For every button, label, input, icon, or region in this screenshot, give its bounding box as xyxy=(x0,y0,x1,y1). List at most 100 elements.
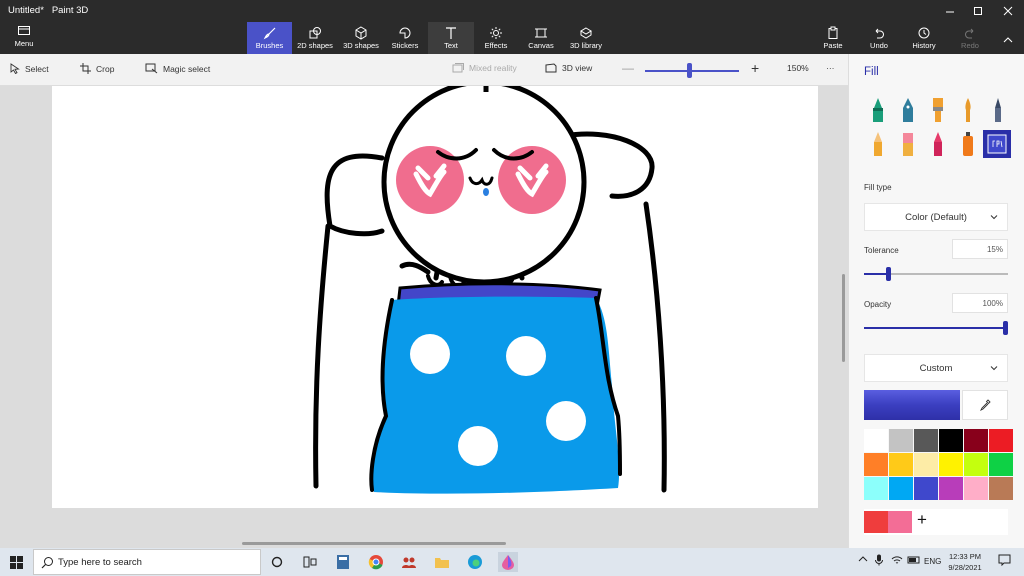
palette-color-swatch[interactable] xyxy=(889,429,913,452)
chevron-up-icon xyxy=(858,556,868,562)
chrome-app[interactable] xyxy=(366,552,386,572)
palette-color-swatch[interactable] xyxy=(939,453,963,476)
crop-button[interactable]: Crop xyxy=(80,63,114,74)
minimize-button[interactable] xyxy=(936,2,964,20)
palette-color-swatch[interactable] xyxy=(989,453,1013,476)
paint-3d-app[interactable] xyxy=(498,552,518,572)
fill-bucket-brush[interactable] xyxy=(983,130,1011,158)
title-bar: Untitled* Paint 3D xyxy=(0,0,1024,22)
palette-color-swatch[interactable] xyxy=(989,429,1013,452)
tool-brushes[interactable]: Brushes xyxy=(247,22,292,54)
opacity-slider-track[interactable] xyxy=(864,321,1008,335)
tool-stickers[interactable]: Stickers xyxy=(386,22,424,54)
vertical-scrollbar[interactable] xyxy=(842,274,845,362)
recent-color-swatch[interactable] xyxy=(864,511,888,533)
maximize-button[interactable] xyxy=(964,2,992,20)
search-icon xyxy=(41,557,53,569)
calligraphy-pen-brush[interactable] xyxy=(895,96,921,124)
tool-3d-shapes[interactable]: 3D shapes xyxy=(339,22,383,54)
opacity-slider-thumb[interactable] xyxy=(1003,321,1008,335)
edge-app[interactable] xyxy=(465,552,485,572)
palette-color-swatch[interactable] xyxy=(939,477,963,500)
palette-color-swatch[interactable] xyxy=(864,453,888,476)
magic-select-button[interactable]: Magic select xyxy=(145,63,210,74)
file-explorer-app[interactable] xyxy=(432,552,452,572)
start-button[interactable] xyxy=(0,548,32,576)
microphone-indicator[interactable] xyxy=(875,554,883,568)
paste-button[interactable]: Paste xyxy=(816,22,850,54)
chevron-up-icon xyxy=(1003,37,1013,43)
tool-label: 3D shapes xyxy=(343,41,379,50)
tool-3d-library[interactable]: 3D library xyxy=(566,22,606,54)
recent-color-swatch[interactable] xyxy=(888,511,912,533)
pencil-brush[interactable] xyxy=(865,130,891,158)
tool-text[interactable]: Text xyxy=(428,22,474,54)
current-color-swatch[interactable] xyxy=(864,390,960,420)
horizontal-scrollbar[interactable] xyxy=(242,542,506,545)
marker-brush[interactable] xyxy=(865,96,891,124)
tool-canvas[interactable]: Canvas xyxy=(522,22,560,54)
tolerance-slider-thumb[interactable] xyxy=(886,267,891,281)
cursor-icon xyxy=(10,63,20,74)
watercolor-brush[interactable] xyxy=(955,96,981,124)
zoom-in-button[interactable]: + xyxy=(751,60,759,76)
redo-icon xyxy=(965,28,974,39)
spray-can-brush[interactable] xyxy=(955,130,981,158)
eraser-brush[interactable] xyxy=(895,130,921,158)
tool-effects[interactable]: Effects xyxy=(477,22,515,54)
color-mode-dropdown[interactable]: Custom xyxy=(864,354,1008,382)
eyedropper-button[interactable] xyxy=(962,390,1008,420)
tool-label: History xyxy=(912,41,936,50)
zoom-slider-thumb[interactable] xyxy=(687,63,692,78)
palette-color-swatch[interactable] xyxy=(939,429,963,452)
battery-indicator[interactable] xyxy=(907,554,921,568)
collapse-ribbon-button[interactable] xyxy=(998,22,1018,54)
clock[interactable]: 12:33 PM 9/28/2021 xyxy=(940,551,990,573)
oil-brush[interactable] xyxy=(925,96,951,124)
mixed-reality-button[interactable]: Mixed reality xyxy=(452,63,517,73)
add-color-button[interactable]: + xyxy=(917,510,927,530)
notifications-button[interactable] xyxy=(998,554,1011,568)
color-mode-value: Custom xyxy=(919,362,953,374)
fill-type-dropdown[interactable]: Color (Default) xyxy=(864,203,1008,231)
taskbar-search-box[interactable]: Type here to search xyxy=(33,549,261,575)
palette-color-swatch[interactable] xyxy=(864,429,888,452)
palette-color-swatch[interactable] xyxy=(964,453,988,476)
menu-button[interactable]: Menu xyxy=(4,24,44,52)
close-button[interactable] xyxy=(994,2,1022,20)
zoom-slider-track[interactable] xyxy=(645,70,739,72)
opacity-input[interactable]: 100% xyxy=(952,293,1008,313)
undo-button[interactable]: Undo xyxy=(862,22,896,54)
tolerance-input[interactable]: 15% xyxy=(952,239,1008,259)
ribbon-bar: Untitled* Paint 3D Menu Brushes 2D shape… xyxy=(0,0,1024,54)
text-icon xyxy=(446,27,456,39)
spray-can-icon xyxy=(963,132,973,156)
more-options-button[interactable]: ··· xyxy=(826,63,835,73)
crayon-brush[interactable] xyxy=(925,130,951,158)
palette-color-swatch[interactable] xyxy=(964,429,988,452)
language-indicator[interactable]: ENG xyxy=(924,557,941,566)
redo-button[interactable]: Redo xyxy=(954,22,986,54)
palette-color-swatch[interactable] xyxy=(864,477,888,500)
palette-color-swatch[interactable] xyxy=(964,477,988,500)
3d-view-button[interactable]: 3D view xyxy=(545,63,592,73)
pixel-pen-brush[interactable] xyxy=(985,96,1011,124)
palette-color-swatch[interactable] xyxy=(914,453,938,476)
palette-color-swatch[interactable] xyxy=(989,477,1013,500)
history-button[interactable]: History xyxy=(906,22,942,54)
calculator-app[interactable] xyxy=(333,552,353,572)
cortana-button[interactable] xyxy=(267,552,287,572)
palette-color-swatch[interactable] xyxy=(914,429,938,452)
task-view-button[interactable] xyxy=(300,552,320,572)
tool-2d-shapes[interactable]: 2D shapes xyxy=(294,22,336,54)
people-app[interactable] xyxy=(399,552,419,572)
palette-color-swatch[interactable] xyxy=(914,477,938,500)
network-indicator[interactable] xyxy=(891,554,903,568)
zoom-out-button[interactable]: — xyxy=(622,61,634,75)
drawing-canvas[interactable] xyxy=(52,79,818,508)
tolerance-slider-track[interactable] xyxy=(864,267,1008,281)
select-button[interactable]: Select xyxy=(10,63,49,74)
palette-color-swatch[interactable] xyxy=(889,477,913,500)
tray-overflow-button[interactable] xyxy=(858,555,868,565)
palette-color-swatch[interactable] xyxy=(889,453,913,476)
